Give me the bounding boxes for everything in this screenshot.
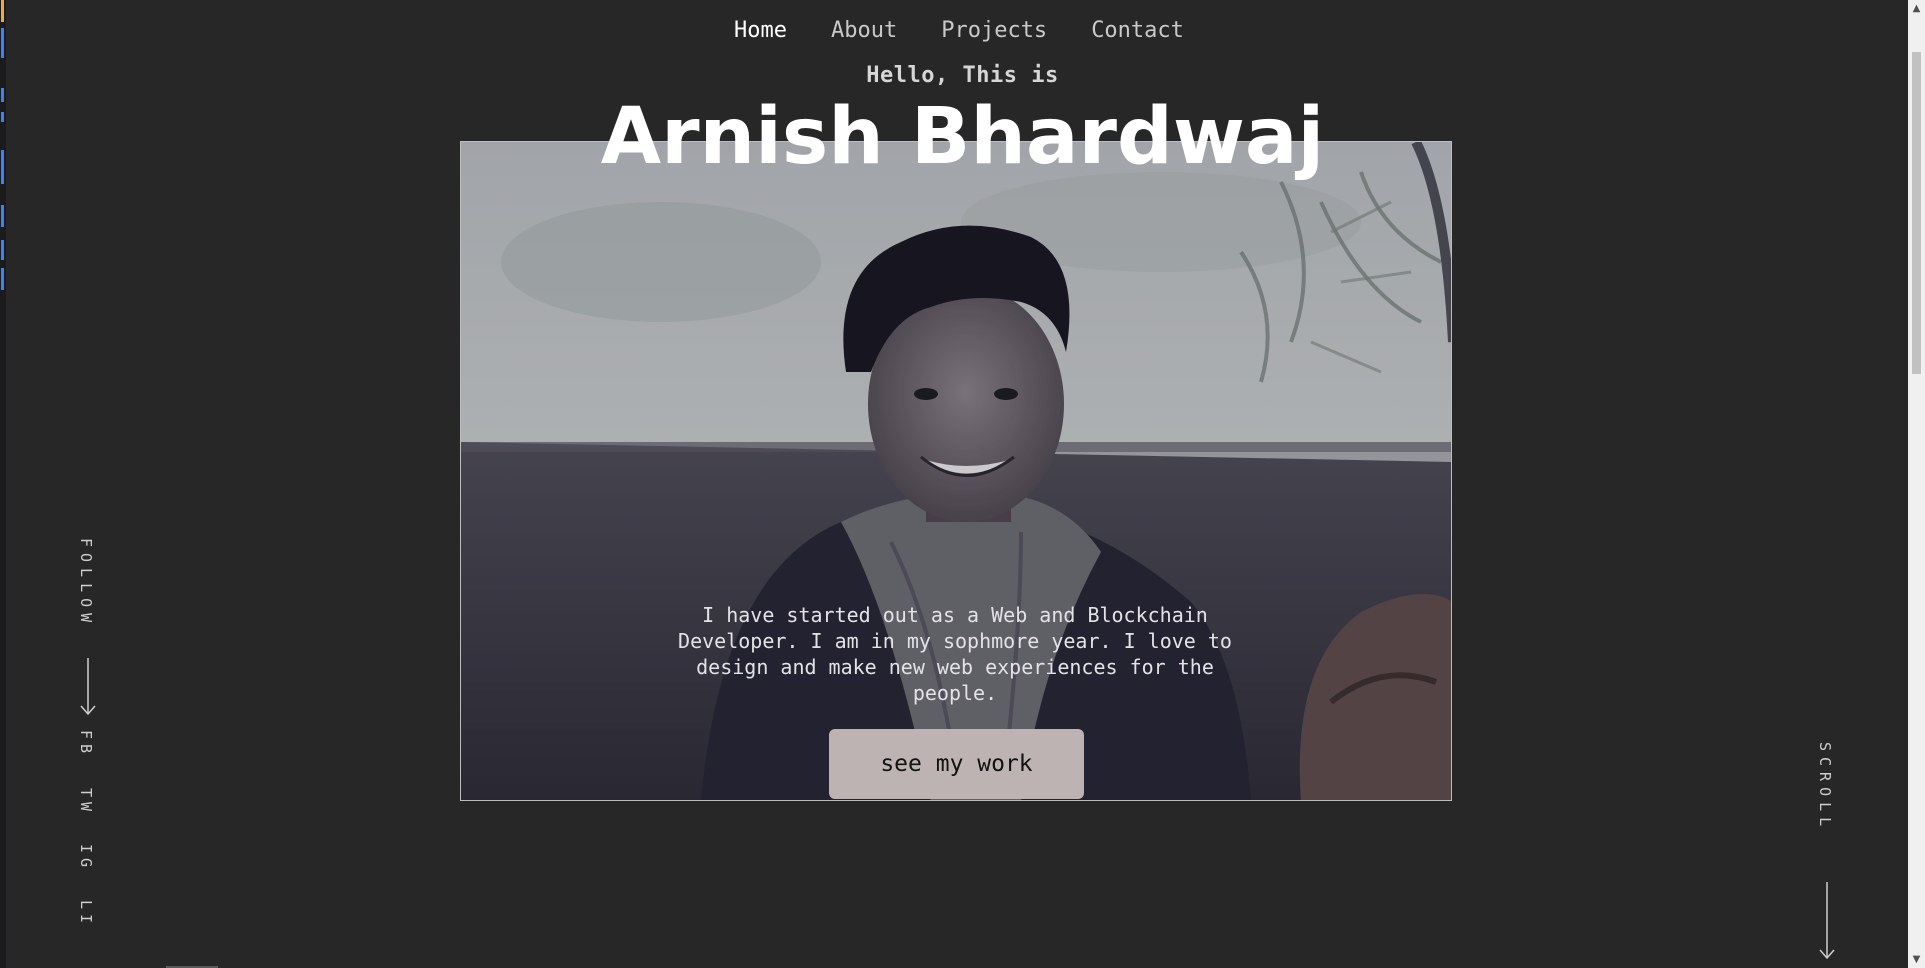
scroll-indicator[interactable]: SCROLL (1816, 742, 1840, 962)
facebook-link[interactable]: FB (77, 730, 95, 758)
gutter-marker (1, 0, 4, 22)
gutter-marker (1, 205, 4, 227)
linkedin-link[interactable]: LI (77, 900, 95, 928)
see-my-work-button[interactable]: see my work (829, 729, 1084, 799)
follow-label: FOLLOW (77, 538, 95, 629)
follow-social-column: FOLLOW FB TW IG LI (77, 538, 101, 938)
instagram-link[interactable]: IG (77, 844, 95, 872)
hero-bio-text: I have started out as a Web and Blockcha… (678, 603, 1232, 705)
hero-greeting: Hello, This is (866, 63, 1059, 88)
main-nav: Home About Projects Contact (734, 18, 1184, 43)
scroll-up-icon[interactable]: ▲ (1908, 0, 1925, 17)
gutter-marker (1, 240, 4, 260)
scroll-down-icon[interactable]: ▼ (1908, 951, 1925, 968)
hero-name-heading: Arnish Bhardwaj (600, 92, 1325, 182)
arrow-down-icon (80, 658, 96, 716)
nav-projects-link[interactable]: Projects (941, 18, 1047, 43)
gutter-marker (1, 268, 4, 290)
nav-about-link[interactable]: About (831, 18, 897, 43)
twitter-link[interactable]: TW (77, 788, 95, 816)
gutter-marker (1, 28, 4, 58)
nav-contact-link[interactable]: Contact (1091, 18, 1184, 43)
portfolio-page: Home About Projects Contact Hello, This … (0, 0, 1925, 968)
nav-home-link[interactable]: Home (734, 18, 787, 43)
scroll-label: SCROLL (1816, 742, 1834, 833)
arrow-down-icon (1819, 882, 1835, 960)
